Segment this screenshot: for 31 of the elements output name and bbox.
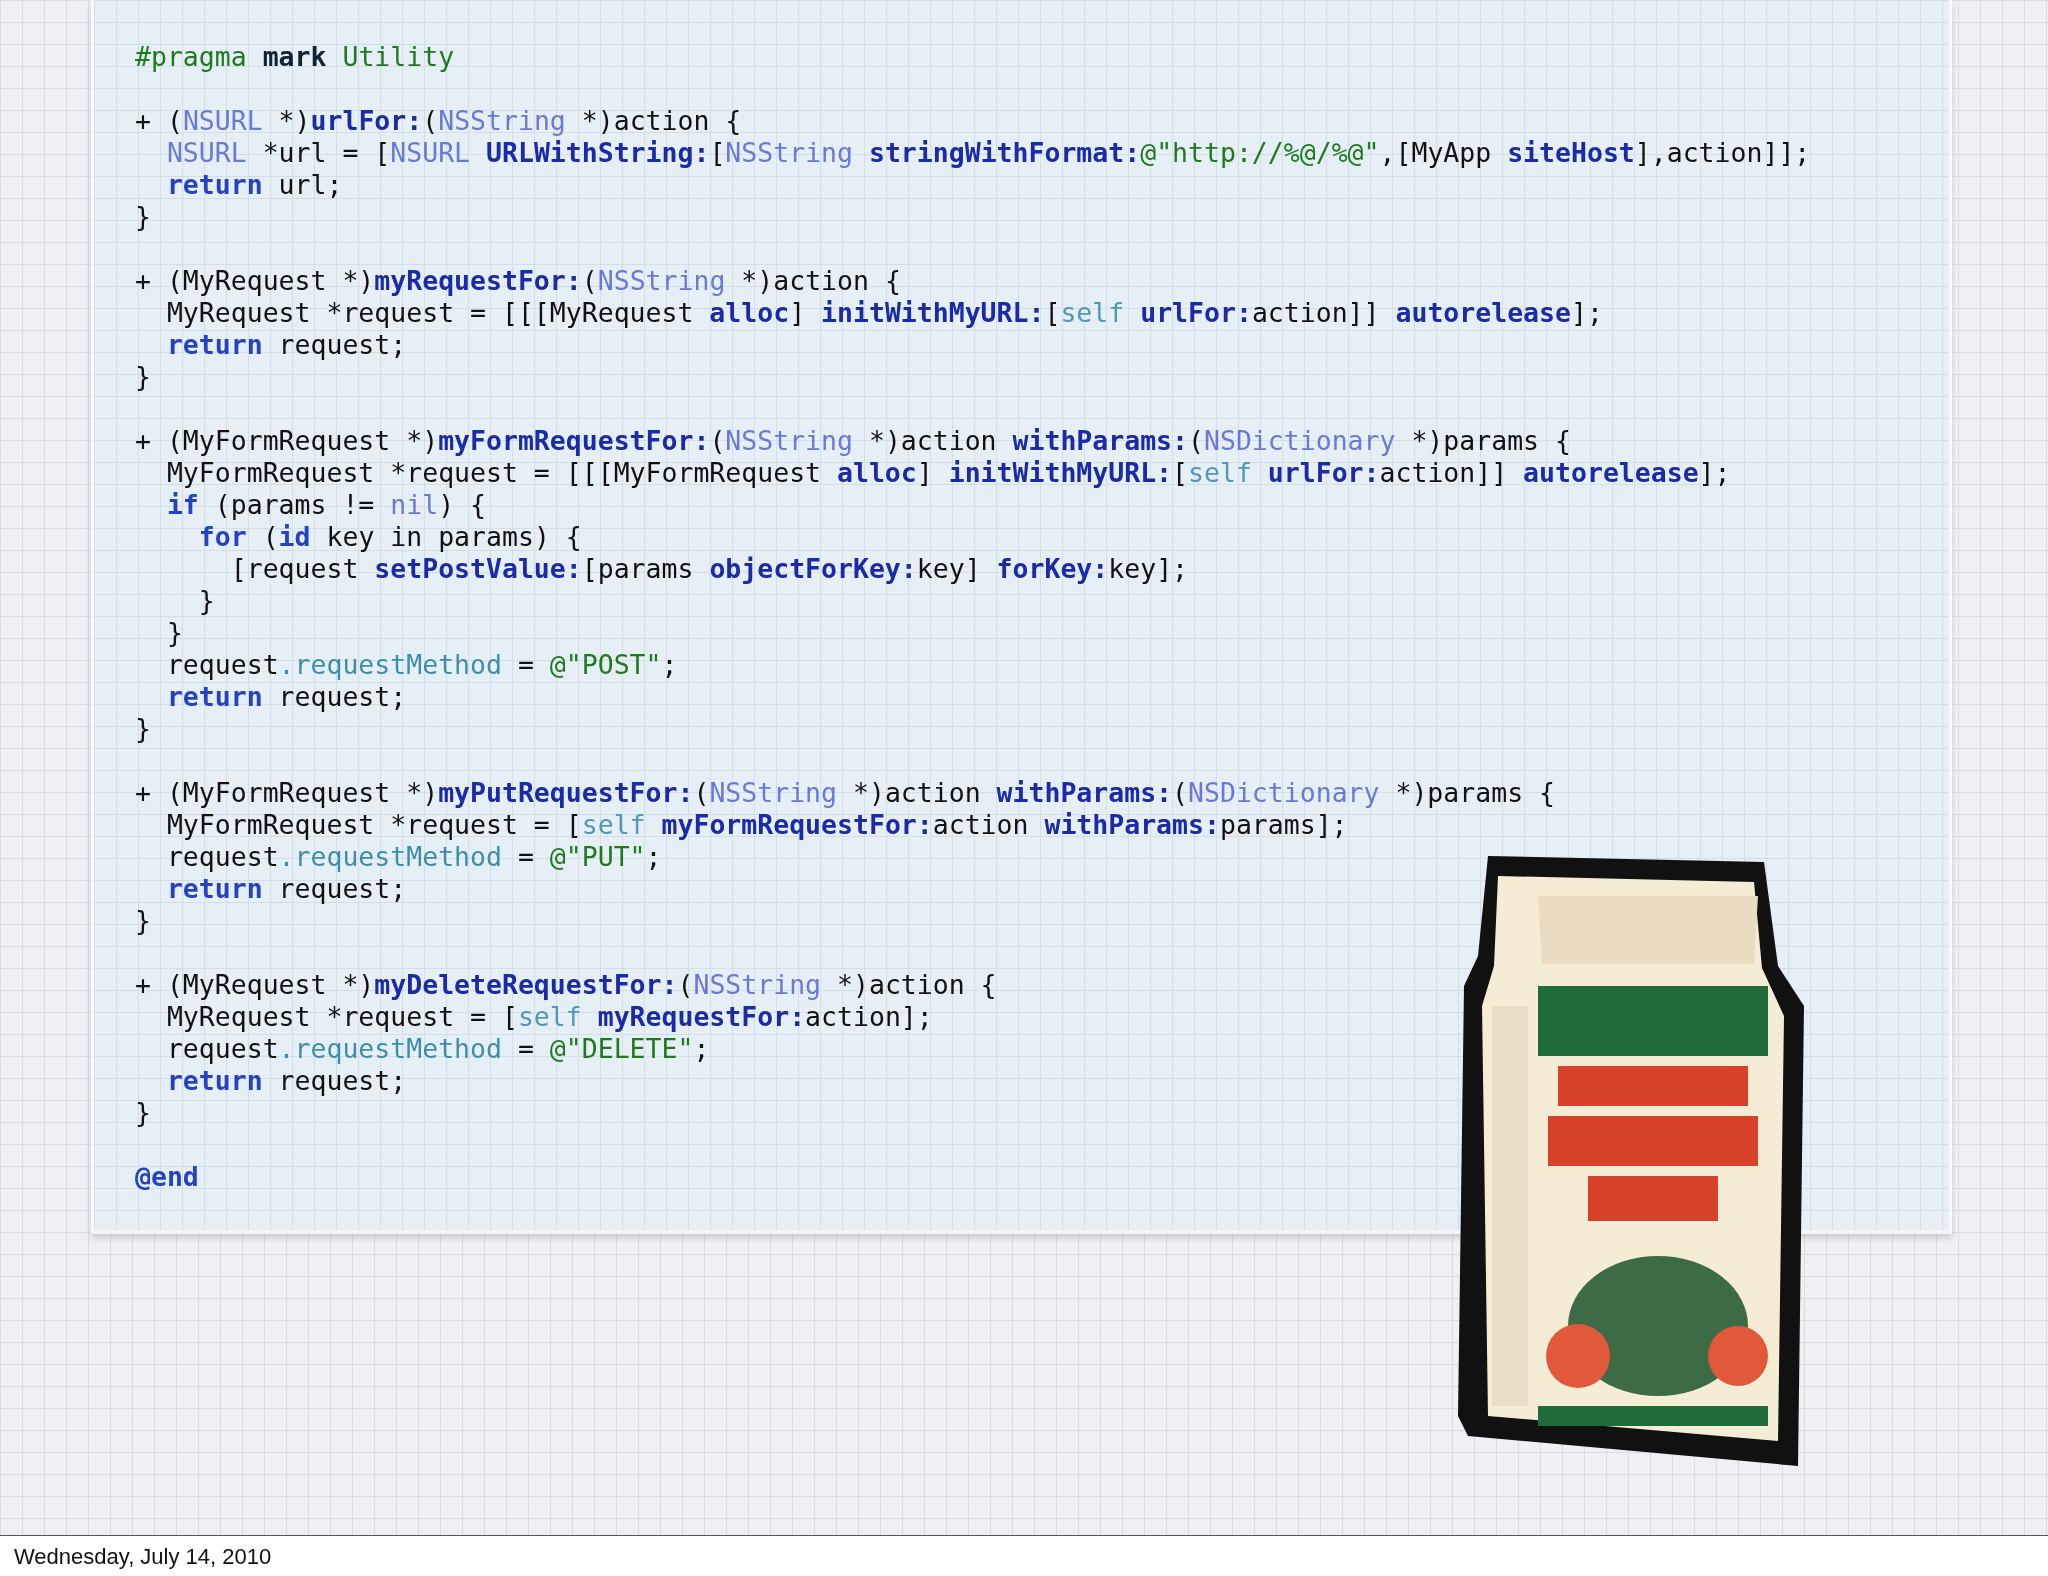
code-line: + (MyFormRequest *)myFormRequestFor:(NSString *)action withParams:(NSDictionary *)params { [135, 425, 1571, 457]
code-line: + (NSURL *)urlFor:(NSString *)action { [135, 105, 742, 137]
code-line: MyFormRequest *request = [self myFormRequestFor:action withParams:params]; [166, 809, 1348, 841]
code-line: return request; [166, 681, 407, 713]
code-line: } [166, 617, 183, 649]
code-line: } [135, 905, 151, 937]
code-line: + (MyFormRequest *)myPutRequestFor:(NSString *)action withParams:(NSDictionary *)params { [135, 777, 1555, 809]
code-line: @end [135, 1161, 199, 1193]
code-line: #pragma mark Utility [135, 41, 455, 73]
code-line: MyRequest *request = [[[MyRequest alloc] initWithMyURL:[self urlFor:action]] autorelease]; [166, 297, 1603, 329]
code-line: MyRequest *request = [self myRequestFor:action]; [166, 1001, 933, 1033]
code-line: request.requestMethod = @"PUT"; [166, 841, 662, 873]
code-line: } [135, 201, 151, 233]
code-line: } [135, 1097, 151, 1129]
code-line: for (id key in params) { [198, 521, 582, 553]
code-line: } [135, 361, 151, 393]
code-line: return request; [166, 873, 407, 905]
code-line: request.requestMethod = @"DELETE"; [166, 1033, 710, 1065]
code-line: NSURL *url = [NSURL URLWithString:[NSString stringWithFormat:@"http://%@/%@",[MyApp siteHost],action]]; [166, 137, 1811, 169]
code-line: MyFormRequest *request = [[[MyFormRequest alloc] initWithMyURL:[self urlFor:action]] autorelease]; [166, 457, 1731, 489]
code-line: return request; [166, 1065, 407, 1097]
code-line: + (MyRequest *)myDeleteRequestFor:(NSString *)action { [135, 969, 997, 1001]
code-line: [request setPostValue:[params objectForKey:key] forKey:key]; [230, 553, 1189, 585]
code-line: + (MyRequest *)myRequestFor:(NSString *)action { [135, 265, 901, 297]
code-line: if (params != nil) { [166, 489, 487, 521]
code-line: return request; [166, 329, 407, 361]
code-line: } [135, 713, 151, 745]
code-line: request.requestMethod = @"POST"; [166, 649, 678, 681]
code-line: } [198, 585, 215, 617]
slide-date: Wednesday, July 14, 2010 [13, 1543, 273, 1571]
code-line: return url; [166, 169, 343, 201]
